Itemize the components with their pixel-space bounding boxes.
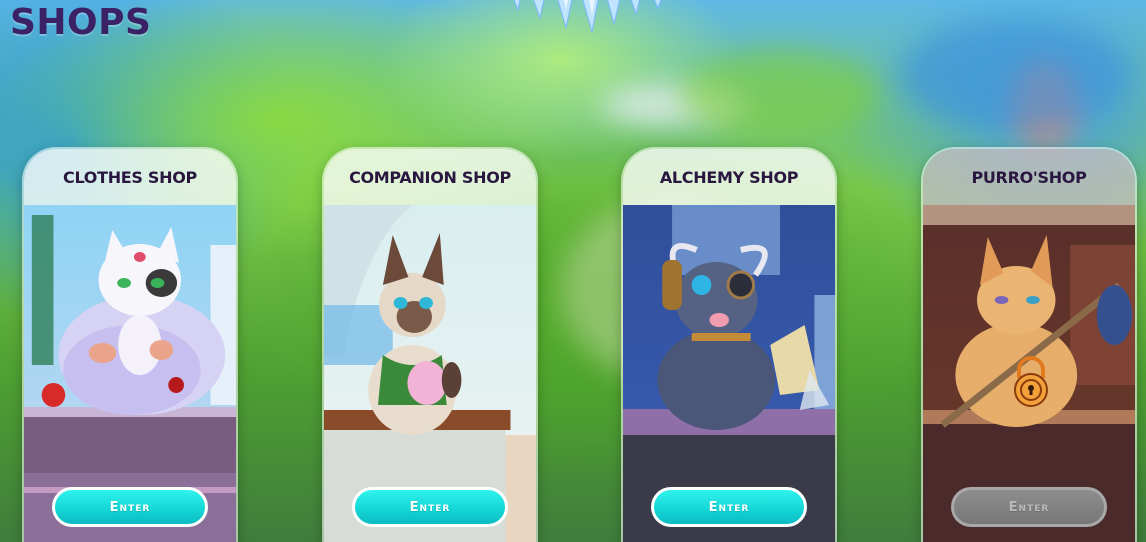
background-island — [680, 50, 880, 140]
page-title: SHOPS — [10, 2, 152, 43]
shop-card-purroshop[interactable]: PURRO'SHOP Enter — [921, 147, 1137, 542]
shop-title: ALCHEMY SHOP — [659, 167, 799, 187]
shop-card-clothes[interactable]: CLOTHES SHOP Enter — [22, 147, 238, 542]
shop-title: PURRO'SHOP — [971, 167, 1087, 187]
enter-button-disabled[interactable]: Enter — [951, 487, 1107, 527]
shop-card-header: COMPANION SHOP — [324, 149, 536, 205]
shop-card-header: PURRO'SHOP — [923, 149, 1135, 205]
enter-button[interactable]: Enter — [651, 487, 807, 527]
shop-title: CLOTHES SHOP — [63, 167, 197, 187]
shop-title: COMPANION SHOP — [349, 167, 511, 187]
shop-card-alchemy[interactable]: ALCHEMY SHOP Enter — [621, 147, 837, 542]
shop-card-companion[interactable]: COMPANION SHOP Enter — [322, 147, 538, 542]
padlock-icon — [1014, 356, 1048, 407]
enter-button[interactable]: Enter — [52, 487, 208, 527]
background-water — [900, 20, 1130, 130]
crystal-decoration-icon — [513, 0, 662, 33]
shop-card-header: ALCHEMY SHOP — [623, 149, 835, 205]
enter-button[interactable]: Enter — [352, 487, 508, 527]
shop-card-header: CLOTHES SHOP — [24, 149, 236, 205]
